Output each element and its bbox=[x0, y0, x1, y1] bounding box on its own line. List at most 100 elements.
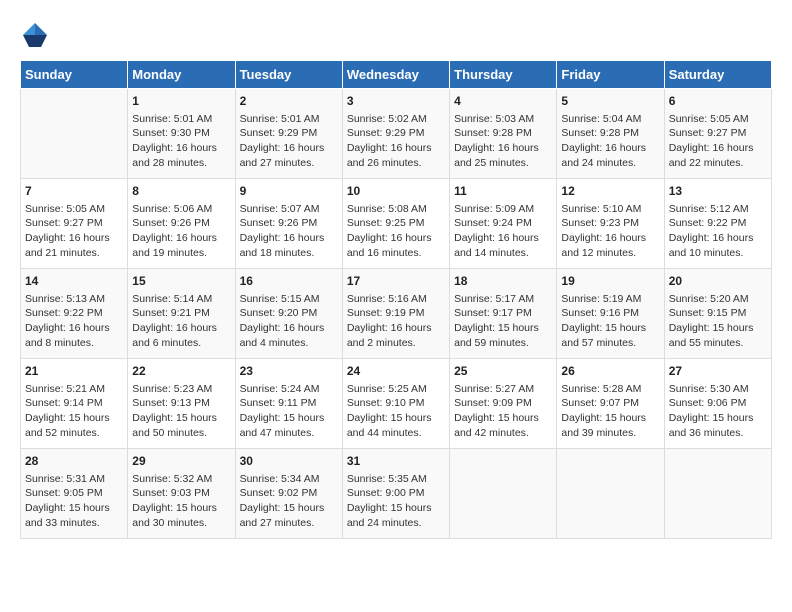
calendar-cell bbox=[664, 449, 771, 539]
weekday-header-friday: Friday bbox=[557, 61, 664, 89]
day-number: 2 bbox=[240, 93, 338, 110]
day-content: Sunrise: 5:05 AM Sunset: 9:27 PM Dayligh… bbox=[25, 202, 123, 261]
weekday-header-tuesday: Tuesday bbox=[235, 61, 342, 89]
day-number: 27 bbox=[669, 363, 767, 380]
calendar-cell: 30Sunrise: 5:34 AM Sunset: 9:02 PM Dayli… bbox=[235, 449, 342, 539]
day-number: 6 bbox=[669, 93, 767, 110]
week-row-3: 14 Sunrise: 5:13 AM Sunset: 9:22 PM Dayli… bbox=[21, 269, 772, 359]
calendar-cell: 23 Sunrise: 5:24 AM Sunset: 9:11 PM Dayli… bbox=[235, 359, 342, 449]
day-number: 16 bbox=[240, 273, 338, 290]
weekday-header-monday: Monday bbox=[128, 61, 235, 89]
calendar-cell: 28 Sunrise: 5:31 AM Sunset: 9:05 PM Dayli… bbox=[21, 449, 128, 539]
day-number: 4 bbox=[454, 93, 552, 110]
header-row: SundayMondayTuesdayWednesdayThursdayFrid… bbox=[21, 61, 772, 89]
day-number: 3 bbox=[347, 93, 445, 110]
day-number: 18 bbox=[454, 273, 552, 290]
day-content: Sunrise: 5:27 AM Sunset: 9:09 PM Dayligh… bbox=[454, 382, 552, 441]
calendar-cell: 10 Sunrise: 5:08 AM Sunset: 9:25 PM Dayli… bbox=[342, 179, 449, 269]
calendar-cell: 29 Sunrise: 5:32 AM Sunset: 9:03 PM Dayli… bbox=[128, 449, 235, 539]
day-content: Sunrise: 5:30 AM Sunset: 9:06 PM Dayligh… bbox=[669, 382, 767, 441]
weekday-header-sunday: Sunday bbox=[21, 61, 128, 89]
day-content: Sunrise: 5:05 AM Sunset: 9:27 PM Dayligh… bbox=[669, 112, 767, 171]
logo-icon bbox=[20, 20, 50, 50]
weekday-header-wednesday: Wednesday bbox=[342, 61, 449, 89]
day-number: 26 bbox=[561, 363, 659, 380]
day-number: 10 bbox=[347, 183, 445, 200]
calendar-cell: 3 Sunrise: 5:02 AM Sunset: 9:29 PM Daylig… bbox=[342, 89, 449, 179]
calendar-cell: 31 Sunrise: 5:35 AM Sunset: 9:00 PM Dayli… bbox=[342, 449, 449, 539]
calendar-cell: 13 Sunrise: 5:12 AM Sunset: 9:22 PM Dayli… bbox=[664, 179, 771, 269]
day-content: Sunrise: 5:03 AM Sunset: 9:28 PM Dayligh… bbox=[454, 112, 552, 171]
calendar-cell: 2 Sunrise: 5:01 AM Sunset: 9:29 PM Daylig… bbox=[235, 89, 342, 179]
calendar-cell: 1 Sunrise: 5:01 AM Sunset: 9:30 PM Daylig… bbox=[128, 89, 235, 179]
calendar-cell: 22Sunrise: 5:23 AM Sunset: 9:13 PM Dayli… bbox=[128, 359, 235, 449]
day-content: Sunrise: 5:28 AM Sunset: 9:07 PM Dayligh… bbox=[561, 382, 659, 441]
calendar-cell bbox=[450, 449, 557, 539]
day-number: 28 bbox=[25, 453, 123, 470]
day-number: 15 bbox=[132, 273, 230, 290]
day-content: Sunrise: 5:32 AM Sunset: 9:03 PM Dayligh… bbox=[132, 472, 230, 531]
day-content: Sunrise: 5:20 AM Sunset: 9:15 PM Dayligh… bbox=[669, 292, 767, 351]
day-content: Sunrise: 5:09 AM Sunset: 9:24 PM Dayligh… bbox=[454, 202, 552, 261]
day-number: 9 bbox=[240, 183, 338, 200]
day-content: Sunrise: 5:21 AM Sunset: 9:14 PM Dayligh… bbox=[25, 382, 123, 441]
calendar-cell: 9 Sunrise: 5:07 AM Sunset: 9:26 PM Daylig… bbox=[235, 179, 342, 269]
day-content: Sunrise: 5:01 AM Sunset: 9:29 PM Dayligh… bbox=[240, 112, 338, 171]
day-number: 31 bbox=[347, 453, 445, 470]
calendar-cell: 4 Sunrise: 5:03 AM Sunset: 9:28 PM Daylig… bbox=[450, 89, 557, 179]
day-number: 21 bbox=[25, 363, 123, 380]
day-content: Sunrise: 5:14 AM Sunset: 9:21 PM Dayligh… bbox=[132, 292, 230, 351]
day-content: Sunrise: 5:24 AM Sunset: 9:11 PM Dayligh… bbox=[240, 382, 338, 441]
calendar-cell: 27 Sunrise: 5:30 AM Sunset: 9:06 PM Dayli… bbox=[664, 359, 771, 449]
day-content: Sunrise: 5:23 AM Sunset: 9:13 PM Dayligh… bbox=[132, 382, 230, 441]
week-row-2: 7 Sunrise: 5:05 AM Sunset: 9:27 PM Daylig… bbox=[21, 179, 772, 269]
day-number: 5 bbox=[561, 93, 659, 110]
page-header bbox=[20, 20, 772, 50]
calendar-cell: 21 Sunrise: 5:21 AM Sunset: 9:14 PM Dayli… bbox=[21, 359, 128, 449]
day-content: Sunrise: 5:01 AM Sunset: 9:30 PM Dayligh… bbox=[132, 112, 230, 171]
calendar-table: SundayMondayTuesdayWednesdayThursdayFrid… bbox=[20, 60, 772, 539]
day-number: 30 bbox=[240, 453, 338, 470]
day-content: Sunrise: 5:35 AM Sunset: 9:00 PM Dayligh… bbox=[347, 472, 445, 531]
calendar-cell: 12Sunrise: 5:10 AM Sunset: 9:23 PM Dayli… bbox=[557, 179, 664, 269]
day-number: 1 bbox=[132, 93, 230, 110]
week-row-4: 21 Sunrise: 5:21 AM Sunset: 9:14 PM Dayli… bbox=[21, 359, 772, 449]
weekday-header-thursday: Thursday bbox=[450, 61, 557, 89]
day-content: Sunrise: 5:31 AM Sunset: 9:05 PM Dayligh… bbox=[25, 472, 123, 531]
calendar-cell bbox=[21, 89, 128, 179]
calendar-cell: 19Sunrise: 5:19 AM Sunset: 9:16 PM Dayli… bbox=[557, 269, 664, 359]
day-number: 29 bbox=[132, 453, 230, 470]
calendar-cell: 11 Sunrise: 5:09 AM Sunset: 9:24 PM Dayli… bbox=[450, 179, 557, 269]
day-content: Sunrise: 5:08 AM Sunset: 9:25 PM Dayligh… bbox=[347, 202, 445, 261]
calendar-cell: 14 Sunrise: 5:13 AM Sunset: 9:22 PM Dayli… bbox=[21, 269, 128, 359]
calendar-cell: 8Sunrise: 5:06 AM Sunset: 9:26 PM Daylig… bbox=[128, 179, 235, 269]
calendar-cell bbox=[557, 449, 664, 539]
day-content: Sunrise: 5:17 AM Sunset: 9:17 PM Dayligh… bbox=[454, 292, 552, 351]
day-number: 8 bbox=[132, 183, 230, 200]
day-number: 20 bbox=[669, 273, 767, 290]
day-content: Sunrise: 5:07 AM Sunset: 9:26 PM Dayligh… bbox=[240, 202, 338, 261]
calendar-cell: 6 Sunrise: 5:05 AM Sunset: 9:27 PM Daylig… bbox=[664, 89, 771, 179]
calendar-cell: 26 Sunrise: 5:28 AM Sunset: 9:07 PM Dayli… bbox=[557, 359, 664, 449]
day-number: 11 bbox=[454, 183, 552, 200]
day-content: Sunrise: 5:16 AM Sunset: 9:19 PM Dayligh… bbox=[347, 292, 445, 351]
day-number: 17 bbox=[347, 273, 445, 290]
week-row-1: 1 Sunrise: 5:01 AM Sunset: 9:30 PM Daylig… bbox=[21, 89, 772, 179]
day-number: 14 bbox=[25, 273, 123, 290]
weekday-header-saturday: Saturday bbox=[664, 61, 771, 89]
day-content: Sunrise: 5:12 AM Sunset: 9:22 PM Dayligh… bbox=[669, 202, 767, 261]
day-number: 13 bbox=[669, 183, 767, 200]
day-number: 19 bbox=[561, 273, 659, 290]
day-number: 24 bbox=[347, 363, 445, 380]
day-number: 12 bbox=[561, 183, 659, 200]
calendar-cell: 15 Sunrise: 5:14 AM Sunset: 9:21 PM Dayli… bbox=[128, 269, 235, 359]
calendar-cell: 25Sunrise: 5:27 AM Sunset: 9:09 PM Dayli… bbox=[450, 359, 557, 449]
calendar-cell: 7 Sunrise: 5:05 AM Sunset: 9:27 PM Daylig… bbox=[21, 179, 128, 269]
calendar-cell: 18 Sunrise: 5:17 AM Sunset: 9:17 PM Dayli… bbox=[450, 269, 557, 359]
day-number: 7 bbox=[25, 183, 123, 200]
day-content: Sunrise: 5:02 AM Sunset: 9:29 PM Dayligh… bbox=[347, 112, 445, 171]
calendar-cell: 17 Sunrise: 5:16 AM Sunset: 9:19 PM Dayli… bbox=[342, 269, 449, 359]
calendar-cell: 24Sunrise: 5:25 AM Sunset: 9:10 PM Dayli… bbox=[342, 359, 449, 449]
day-content: Sunrise: 5:13 AM Sunset: 9:22 PM Dayligh… bbox=[25, 292, 123, 351]
day-number: 23 bbox=[240, 363, 338, 380]
